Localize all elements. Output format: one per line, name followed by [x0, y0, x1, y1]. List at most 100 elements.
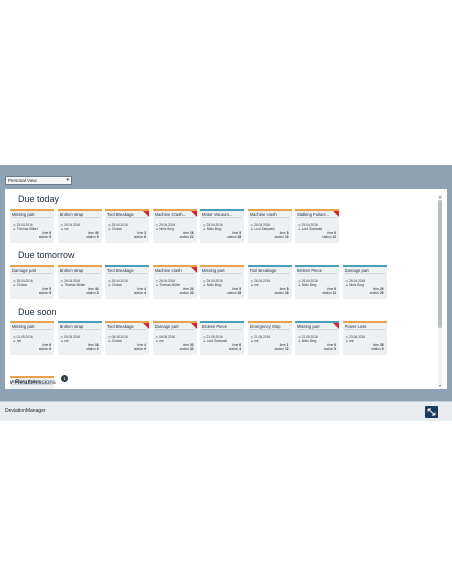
card-user-value: me [254, 283, 259, 287]
card-title: Missing part [12, 324, 52, 330]
card-station-label: station [86, 291, 96, 295]
card-station-value: 22 [189, 291, 194, 295]
deviation-card[interactable]: Damage part ◷ 26.04.2016 ♙ Chuwa time 5 stat… [10, 265, 54, 299]
card-station-label: station [133, 235, 144, 239]
card-station-label: station [323, 347, 334, 351]
deviation-card[interactable]: Damage part ◷ 08.05.2016 ♙ me time 30 statio… [152, 321, 197, 355]
card-title: Broken strap [59, 324, 100, 330]
card-station-label: station [38, 291, 49, 295]
deviation-card[interactable]: Motor Vacuum... ◷ 25.04.2016 ♙ Niels Borg t… [200, 209, 244, 243]
card-title: Broken Piece [202, 324, 242, 330]
resubmissions-toggle[interactable]: ∨ Resubmissions [9, 379, 56, 386]
card-title: Motor Vacuum... [202, 212, 242, 218]
card-station-value: 5 [49, 291, 51, 295]
card-user-value: Thomas Müller [16, 227, 38, 231]
deviation-card[interactable]: Missing part ◷ 01.05.2016 ♙ me time 6 statio… [10, 321, 54, 355]
card-title: Machine crash [249, 212, 290, 218]
expand-arrows-icon [427, 408, 436, 416]
card-user: ♙ me [251, 283, 259, 287]
priority-flag-icon [190, 211, 197, 217]
card-station-value: 4 [144, 291, 146, 295]
deviation-card[interactable]: Missing part ◷ 26.04.2016 ♙ Niels Borg time… [200, 265, 244, 299]
deviation-card[interactable]: Machine Crash... ◷ 25.04.2016 ♙ Niels Borg… [152, 209, 197, 243]
deviation-card[interactable]: Broken strap ◷ 25.04.2016 ♙ me time 40 stati… [57, 209, 102, 243]
deviation-card[interactable]: Broken Piece ◷ 21.05.2016 ♙ Lord Sarkwald t… [200, 321, 244, 355]
card-user: ♙ Chuwa [108, 227, 122, 231]
card-title: Machine Crash... [154, 212, 195, 218]
card-station: station 22 [180, 291, 194, 295]
card-title: Broken Piece [297, 268, 337, 274]
card-title: Missing part [12, 212, 52, 218]
deviation-card[interactable]: Tool Breakage ◷ 25.04.2016 ♙ Chuwa time 3st… [105, 209, 149, 243]
card-station-label: station [322, 235, 332, 239]
card-user-value: me [349, 339, 354, 343]
card-user: ♙ Lord Sarkwald [203, 339, 227, 343]
card-user: ♙ me [156, 339, 164, 343]
card-station: station 5 [324, 347, 336, 351]
card-title: Machine crash [154, 268, 195, 274]
scroll-up-arrow-icon[interactable]: ▴ [437, 194, 443, 199]
card-user-value: Chuwa [16, 283, 27, 287]
deviation-card[interactable]: Broken strap ◷ 26.04.2016 ♙ Thomas Müller t… [57, 265, 102, 299]
resubmissions-count-badge: 1 [61, 375, 68, 382]
deviation-card[interactable]: Machine crash ◷ 25.04.2016 ♙ Lord Sarkwald… [247, 209, 292, 243]
card-station: station 10 [275, 235, 289, 239]
deviation-card[interactable]: Tool Breakage ◷ 08.05.2016 ♙ Chuwa time 4st… [105, 321, 149, 355]
fullscreen-button[interactable] [425, 406, 438, 418]
card-title: Power Loss [344, 324, 385, 330]
card-title: Stalking Failure... [297, 212, 337, 218]
view-select-dropdown[interactable]: Personal View ▾ [5, 176, 72, 185]
card-station-value: 9 [381, 347, 384, 351]
deviation-card[interactable]: Missing part ◷ 25.04.2016 ♙ Thomas Müller t… [10, 209, 54, 243]
deviation-card[interactable]: Missing part ◷ 22.05.2016 ♙ Niels Borg time… [295, 321, 339, 355]
card-user: ♙ Thomas Müller [13, 227, 38, 231]
deviation-card[interactable]: Tool Breakage ◷ 26.04.2016 ♙ Chuwa time 4st… [105, 265, 149, 299]
deviation-card[interactable]: Stalking Failure... ◷ 25.04.2016 ♙ Lord Sa… [295, 209, 339, 243]
deviation-card[interactable]: Broken Piece ◷ 26.04.2016 ♙ Niels Borg time… [295, 265, 339, 299]
card-user: ♙ me [346, 339, 354, 343]
card-station: station 8 [134, 235, 146, 239]
scroll-down-arrow-icon[interactable]: ▾ [437, 383, 443, 388]
card-station-value: 12 [284, 347, 289, 351]
priority-flag-icon [333, 323, 339, 329]
deviation-card[interactable]: Tool Breakage ◷ 26.04.2016 ♙ me time 8 stati… [247, 265, 292, 299]
card-station: station 32 [180, 347, 194, 351]
card-station-value: 5 [334, 347, 336, 351]
card-station-value: 4 [239, 347, 241, 351]
scrollbar-thumb[interactable] [438, 200, 442, 328]
deviation-card[interactable]: Emergency Stop ◷ 21.05.2016 ♙ me time 1 stat… [247, 321, 292, 355]
card-station-value: 5 [96, 235, 99, 239]
deviation-card[interactable]: Damage part ◷ 26.04.2016 ♙ Niels Borg time … [342, 265, 387, 299]
app-name-label: DeviationManager [5, 408, 46, 414]
card-title: Missing part [202, 268, 242, 274]
card-station-value: 8 [49, 347, 51, 351]
card-user-value: Niels Borg [301, 283, 317, 287]
deviation-panel: Due today Due tomorrow Due soon Missing … [5, 189, 447, 389]
section-title-soon: Due soon [18, 307, 57, 317]
card-user-value: Niels Borg [206, 227, 222, 231]
view-select-value: Personal View [8, 178, 37, 183]
card-station-value: 32 [189, 347, 194, 351]
card-station-label: station [86, 347, 96, 351]
card-station: station 5 [39, 291, 51, 295]
card-user-value: Thomas Müller [159, 283, 181, 287]
card-user-value: Chuwa [111, 339, 122, 343]
card-user: ♙ Chuwa [13, 283, 27, 287]
footer-bar: DeviationManager [0, 401, 452, 421]
card-user-value: me [16, 339, 22, 343]
card-user-value: Lord Sarkwald [206, 339, 228, 343]
card-user: ♙ Niels Borg [298, 283, 316, 287]
card-station: station 5 [86, 347, 98, 351]
deviation-card[interactable]: Power Loss ◷ 23.06.2016 ♙ me time 38 station… [342, 321, 387, 355]
card-station-label: station [179, 235, 190, 239]
card-station: station 9 [371, 347, 383, 351]
card-user-value: Niels Borg [301, 339, 317, 343]
card-user-value: Niels Borg [349, 283, 364, 287]
deviation-card[interactable]: Broken strap ◷ 05.05.2016 ♙ me time 18 stati… [57, 321, 102, 355]
deviation-card[interactable]: Machine crash ◷ 26.04.2016 ♙ Thomas Müller… [152, 265, 197, 299]
card-station-value: 10 [284, 235, 289, 239]
card-station: station 12 [322, 235, 336, 239]
priority-flag-icon [190, 267, 197, 273]
card-title: Tool Breakage [107, 268, 147, 274]
card-station-label: station [228, 347, 239, 351]
